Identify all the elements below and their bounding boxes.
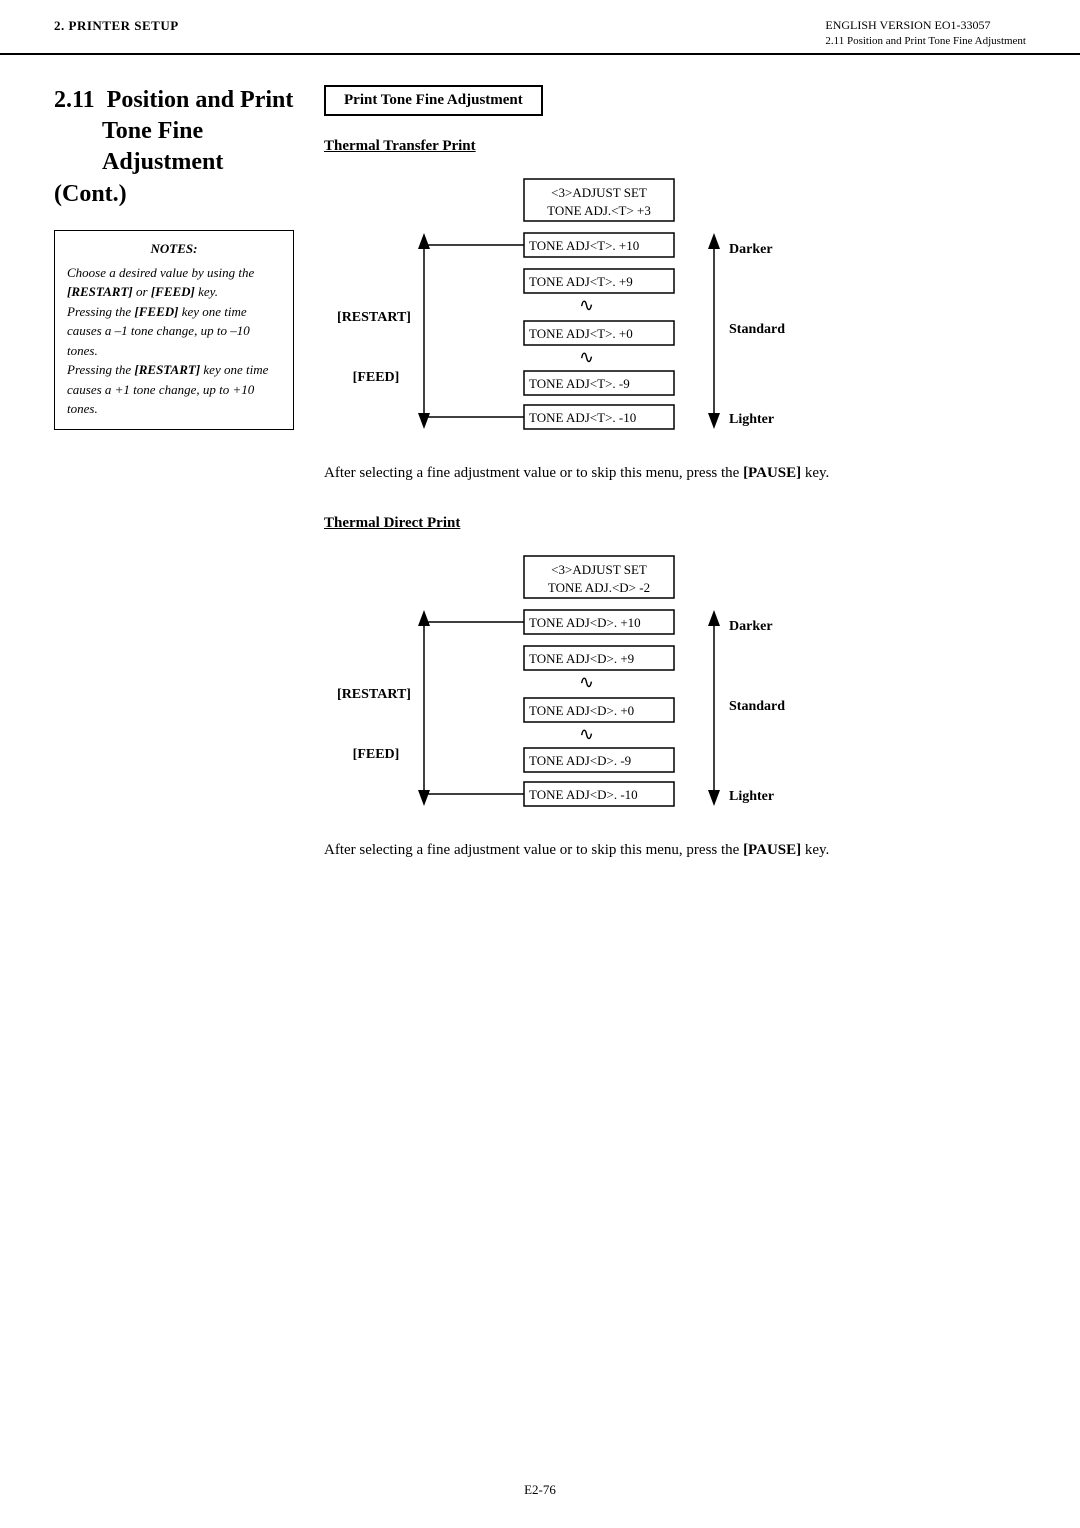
after-text-2: After selecting a fine adjustment value … bbox=[324, 838, 904, 862]
svg-text:[FEED]: [FEED] bbox=[353, 370, 400, 385]
svg-text:∿: ∿ bbox=[579, 724, 594, 744]
page-number: E2-76 bbox=[524, 1482, 556, 1497]
section-title: 2.11 Position and Print Tone Fine Adjust… bbox=[54, 85, 294, 210]
svg-text:Lighter: Lighter bbox=[729, 789, 774, 804]
after-text-2-content: After selecting a fine adjustment value … bbox=[324, 842, 829, 858]
svg-text:TONE ADJ<D>. +10: TONE ADJ<D>. +10 bbox=[529, 615, 641, 630]
notes-box: NOTES: Choose a desired value by using t… bbox=[54, 230, 294, 430]
svg-text:∿: ∿ bbox=[579, 672, 594, 692]
svg-text:TONE ADJ<T>. -9: TONE ADJ<T>. -9 bbox=[529, 376, 630, 391]
thermal-transfer-diagram: <3>ADJUST SET TONE ADJ.<T> +3 TONE ADJ<T… bbox=[324, 171, 884, 451]
notes-content: Choose a desired value by using the [RES… bbox=[67, 263, 281, 419]
after-text-1-content: After selecting a fine adjustment value … bbox=[324, 465, 829, 481]
svg-text:Darker: Darker bbox=[729, 619, 773, 634]
svg-text:[RESTART]: [RESTART] bbox=[337, 310, 411, 325]
thermal-direct-section: Thermal Direct Print <3>ADJUST SET TONE … bbox=[324, 515, 1026, 828]
notes-line3: Pressing the [RESTART] key one time caus… bbox=[67, 362, 268, 416]
svg-text:∿: ∿ bbox=[579, 347, 594, 367]
svg-text:[RESTART]: [RESTART] bbox=[337, 687, 411, 702]
header-version: ENGLISH VERSION EO1-33057 bbox=[825, 18, 1026, 33]
right-column: Print Tone Fine Adjustment Thermal Trans… bbox=[324, 85, 1026, 862]
header-section: 2. PRINTER SETUP bbox=[54, 18, 179, 34]
svg-text:Standard: Standard bbox=[729, 699, 785, 714]
header-right: ENGLISH VERSION EO1-33057 2.11 Position … bbox=[825, 18, 1026, 47]
svg-text:TONE ADJ.<D> -2: TONE ADJ.<D> -2 bbox=[548, 580, 650, 595]
svg-text:<3>ADJUST SET: <3>ADJUST SET bbox=[551, 562, 647, 577]
box-title: Print Tone Fine Adjustment bbox=[324, 85, 543, 116]
svg-text:<3>ADJUST SET: <3>ADJUST SET bbox=[551, 185, 647, 200]
svg-text:TONE ADJ.<T> +3: TONE ADJ.<T> +3 bbox=[547, 203, 651, 218]
svg-text:TONE ADJ<T>. +9: TONE ADJ<T>. +9 bbox=[529, 274, 633, 289]
svg-text:TONE ADJ<D>. +0: TONE ADJ<D>. +0 bbox=[529, 703, 634, 718]
notes-line1: Choose a desired value by using the [RES… bbox=[67, 265, 254, 300]
thermal-transfer-section: Thermal Transfer Print <3>ADJUST SET TON… bbox=[324, 138, 1026, 451]
page-content: 2.11 Position and Print Tone Fine Adjust… bbox=[0, 55, 1080, 862]
svg-text:TONE ADJ<T>. +10: TONE ADJ<T>. +10 bbox=[529, 238, 639, 253]
left-column: 2.11 Position and Print Tone Fine Adjust… bbox=[54, 85, 294, 862]
page-footer: E2-76 bbox=[0, 1482, 1080, 1498]
svg-text:∿: ∿ bbox=[579, 295, 594, 315]
header-subsection: 2.11 Position and Print Tone Fine Adjust… bbox=[825, 35, 1026, 47]
thermal-direct-diagram: <3>ADJUST SET TONE ADJ.<D> -2 TONE ADJ<D… bbox=[324, 548, 884, 828]
thermal-direct-subtitle: Thermal Direct Print bbox=[324, 515, 1026, 532]
thermal-transfer-subtitle: Thermal Transfer Print bbox=[324, 138, 1026, 155]
svg-text:TONE ADJ<T>. -10: TONE ADJ<T>. -10 bbox=[529, 410, 636, 425]
notes-title: NOTES: bbox=[67, 241, 281, 257]
svg-text:Standard: Standard bbox=[729, 322, 785, 337]
notes-line2: Pressing the [FEED] key one time causes … bbox=[67, 304, 250, 358]
svg-text:Lighter: Lighter bbox=[729, 412, 774, 427]
svg-text:TONE ADJ<D>. -9: TONE ADJ<D>. -9 bbox=[529, 753, 631, 768]
after-text-1: After selecting a fine adjustment value … bbox=[324, 461, 904, 485]
svg-text:TONE ADJ<T>. +0: TONE ADJ<T>. +0 bbox=[529, 326, 633, 341]
page-header: 2. PRINTER SETUP ENGLISH VERSION EO1-330… bbox=[0, 0, 1080, 55]
svg-text:TONE ADJ<D>. -10: TONE ADJ<D>. -10 bbox=[529, 787, 638, 802]
svg-text:[FEED]: [FEED] bbox=[353, 747, 400, 762]
svg-text:Darker: Darker bbox=[729, 242, 773, 257]
svg-text:TONE ADJ<D>. +9: TONE ADJ<D>. +9 bbox=[529, 651, 634, 666]
